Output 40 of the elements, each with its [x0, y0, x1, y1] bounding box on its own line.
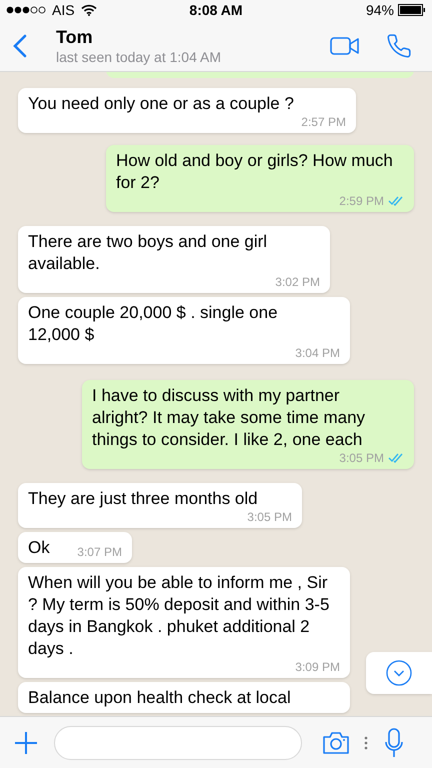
video-camera-icon — [330, 36, 360, 54]
chevron-down-icon — [386, 660, 412, 686]
message-text: I have to discuss with my partner alright? It may take some time many things to consider. I like 2, one each — [92, 385, 366, 451]
message-text: How old and boy or girls? How much for 2? — [116, 150, 394, 194]
plus-icon — [14, 730, 38, 754]
message-time: 3:05 PM — [339, 451, 384, 465]
video-call-button[interactable] — [330, 36, 360, 54]
camera-icon — [322, 730, 350, 754]
message-input[interactable] — [54, 726, 302, 760]
message-text: You need only one or as a couple ? — [28, 93, 294, 115]
dots-icon — [364, 736, 368, 750]
scroll-down-button[interactable] — [366, 652, 432, 694]
message-time: 3:02 PM — [275, 275, 320, 289]
message-text: One couple 20,000 $ . single one 12,000 $ — [28, 302, 279, 346]
message-time: 3:04 PM — [295, 346, 340, 360]
contact-name[interactable]: Tom — [56, 26, 221, 48]
battery-icon — [398, 4, 426, 16]
camera-button[interactable] — [322, 730, 350, 754]
message-time: 3:07 PM — [77, 545, 122, 559]
battery-percent: 94% — [366, 0, 394, 20]
phone-icon — [386, 32, 412, 58]
message-text: When will you be able to inform me , Sir ? My term is 50% deposit and within 3-5 days in Bangkok . phuket additional 2 days . — [28, 572, 330, 660]
clock: 8:08 AM — [189, 0, 243, 20]
signal-icon — [6, 6, 48, 14]
message-text: They are just three months old — [28, 488, 258, 510]
message-time: 3:05 PM — [247, 510, 292, 524]
message-text: There are two boys and one girl available. — [28, 231, 268, 275]
last-seen-text: last seen today at 1:04 AM — [56, 48, 221, 66]
attach-button[interactable] — [14, 730, 38, 754]
microphone-icon — [384, 728, 404, 758]
message-text: Ok — [28, 537, 50, 559]
message-time: 2:57 PM — [301, 115, 346, 129]
carrier-name: AIS — [52, 0, 75, 20]
message-text: Balance upon health check at local — [28, 687, 291, 709]
message-time: 3:09 PM — [295, 660, 340, 674]
microphone-button[interactable] — [384, 728, 404, 758]
wifi-icon — [80, 4, 97, 16]
voice-call-button[interactable] — [386, 32, 412, 58]
message-time: 2:59 PM — [339, 194, 384, 208]
back-icon — [13, 34, 27, 58]
